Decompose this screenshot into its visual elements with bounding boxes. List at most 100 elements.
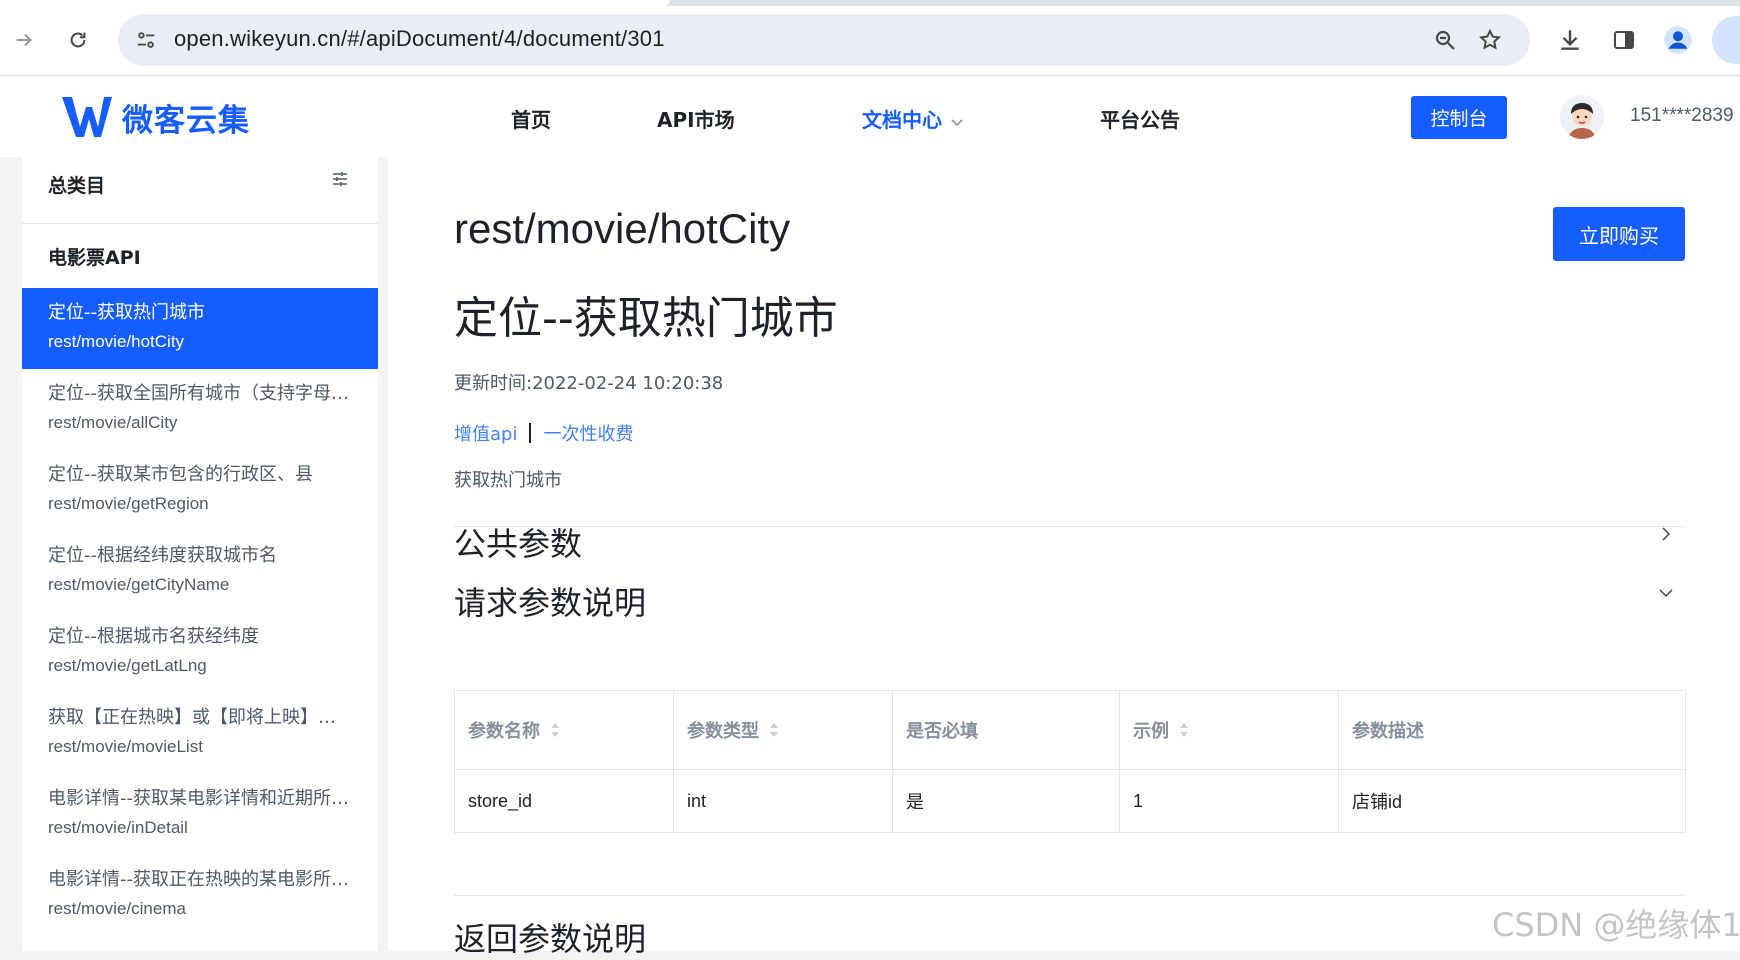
reload-icon — [67, 29, 89, 51]
sidebar-item-cinema[interactable]: 电影详情--获取正在热映的某电影所… rest/movie/cinema — [22, 855, 378, 936]
nav-announcements[interactable]: 平台公告 — [1100, 104, 1180, 133]
column-header-description: 参数描述 — [1338, 690, 1686, 770]
response-params-title[interactable]: 返回参数说明 — [454, 914, 646, 960]
divider — [454, 526, 1685, 527]
nav-api-market[interactable]: API市场 — [657, 104, 735, 133]
active-tab[interactable] — [0, 0, 670, 6]
public-params-title[interactable]: 公共参数 — [454, 519, 582, 565]
api-tags: 增值api 一次性收费 — [454, 420, 633, 446]
side-panel-icon — [1612, 28, 1636, 52]
tag-one-time-fee[interactable]: 一次性收费 — [543, 420, 633, 446]
sort-icon[interactable] — [769, 722, 779, 743]
side-panel-button[interactable] — [1606, 22, 1642, 58]
update-time: 更新时间:2022-02-24 10:20:38 — [454, 373, 724, 394]
table-cell: int — [673, 769, 893, 833]
logo-text: 微客云集 — [122, 102, 250, 139]
sidebar-header: 总类目 — [22, 157, 378, 224]
sidebar-item-name: 电影详情--获取某电影详情和近期所… — [48, 788, 349, 809]
sidebar-item-name: 定位--获取热门城市 — [48, 302, 205, 323]
tag-separator — [529, 423, 532, 443]
doc-content: rest/movie/hotCity 立即购买 定位--获取热门城市 更新时间:… — [388, 157, 1740, 958]
sidebar-item-path: rest/movie/inDetail — [48, 818, 188, 837]
column-header-label: 是否必填 — [906, 721, 978, 742]
zoom-button[interactable] — [1431, 26, 1459, 54]
username[interactable]: 151****2839 — [1630, 105, 1734, 127]
avatar[interactable] — [1560, 95, 1604, 139]
sidebar: 总类目 电影票API 定位--获取热门城市 rest/movie/hotCity… — [22, 157, 378, 951]
api-description: 获取热门城市 — [454, 470, 562, 491]
column-header-label: 参数描述 — [1352, 721, 1424, 742]
table-header-row: 参数名称 参数类型 是否必填 示例 参数描述 — [454, 690, 1686, 770]
site-logo[interactable]: 微客云集 — [60, 93, 250, 141]
chevron-right-icon[interactable] — [1656, 524, 1676, 544]
column-header-param-type[interactable]: 参数类型 — [673, 690, 893, 770]
nav-docs[interactable]: 文档中心 — [862, 104, 964, 134]
sidebar-item-get-city-name[interactable]: 定位--根据经纬度获取城市名 rest/movie/getCityName — [22, 531, 378, 612]
sidebar-item-name: 获取【正在热映】或【即将上映】电… — [48, 707, 352, 728]
url-text[interactable]: open.wikeyun.cn/#/apiDocument/4/document… — [174, 26, 665, 52]
nav-docs-label: 文档中心 — [862, 108, 942, 132]
api-path-title: rest/movie/hotCity — [454, 205, 791, 252]
sidebar-item-path: rest/movie/getLatLng — [48, 656, 207, 675]
column-header-example[interactable]: 示例 — [1119, 690, 1339, 770]
zoom-icon — [1433, 28, 1457, 52]
filter-icon[interactable] — [330, 169, 352, 191]
nav-home[interactable]: 首页 — [511, 104, 551, 133]
request-params-title[interactable]: 请求参数说明 — [454, 578, 646, 624]
buy-now-button[interactable]: 立即购买 — [1553, 207, 1685, 261]
sidebar-item-name: 定位--获取全国所有城市（支持字母… — [48, 383, 349, 404]
sidebar-item-name: 电影详情--获取正在热映的某电影所… — [48, 869, 349, 890]
tune-icon — [135, 29, 157, 51]
divider — [454, 895, 1685, 896]
download-icon — [1557, 27, 1583, 53]
table-cell: 1 — [1119, 769, 1339, 833]
column-header-label: 参数名称 — [468, 721, 540, 742]
console-button[interactable]: 控制台 — [1411, 96, 1507, 139]
request-params-table: 参数名称 参数类型 是否必填 示例 参数描述 store_id int 是 1 … — [454, 690, 1686, 833]
sidebar-item-hot-city[interactable]: 定位--获取热门城市 rest/movie/hotCity — [22, 288, 378, 369]
avatar-face-icon — [1560, 95, 1604, 139]
forward-button[interactable] — [6, 22, 42, 58]
profile-button[interactable] — [1660, 22, 1696, 58]
person-icon — [1663, 25, 1693, 55]
profile-chip[interactable] — [1712, 16, 1740, 64]
chevron-down-icon — [950, 110, 964, 134]
sidebar-item-movie-list[interactable]: 获取【正在热映】或【即将上映】电… rest/movie/movieList — [22, 693, 378, 774]
sidebar-item-name: 定位--根据城市名获经纬度 — [48, 626, 259, 647]
sidebar-item-name: 定位--根据经纬度获取城市名 — [48, 545, 277, 566]
tab-strip — [0, 0, 1740, 6]
sidebar-item-path: rest/movie/allCity — [48, 413, 178, 432]
sidebar-item-name: 定位--获取某市包含的行政区、县 — [48, 464, 313, 485]
reload-button[interactable] — [60, 22, 96, 58]
column-header-param-name[interactable]: 参数名称 — [454, 690, 674, 770]
table-row: store_id int 是 1 店铺id — [454, 769, 1686, 833]
site-info-button[interactable] — [130, 24, 162, 56]
table-cell: 是 — [892, 769, 1120, 833]
column-header-required: 是否必填 — [892, 690, 1120, 770]
sidebar-item-all-city[interactable]: 定位--获取全国所有城市（支持字母… rest/movie/allCity — [22, 369, 378, 450]
sort-icon[interactable] — [1179, 722, 1189, 743]
watermark: CSDN @绝缘体1 — [1492, 906, 1740, 944]
sidebar-list: 定位--获取热门城市 rest/movie/hotCity 定位--获取全国所有… — [22, 288, 378, 936]
chevron-down-icon[interactable] — [1656, 583, 1676, 603]
sidebar-item-get-region[interactable]: 定位--获取某市包含的行政区、县 rest/movie/getRegion — [22, 450, 378, 531]
sidebar-item-path: rest/movie/movieList — [48, 737, 203, 756]
sidebar-item-path: rest/movie/getRegion — [48, 494, 209, 513]
sidebar-item-path: rest/movie/hotCity — [48, 332, 185, 351]
sidebar-item-path: rest/movie/getCityName — [48, 575, 230, 594]
column-header-label: 参数类型 — [687, 721, 759, 742]
logo-mark-icon — [62, 97, 112, 137]
site-header: 微客云集 首页 API市场 文档中心 平台公告 控制台 151****2839 — [0, 77, 1740, 157]
sidebar-title: 总类目 — [48, 175, 106, 197]
sidebar-item-in-detail[interactable]: 电影详情--获取某电影详情和近期所… rest/movie/inDetail — [22, 774, 378, 855]
downloads-button[interactable] — [1552, 22, 1588, 58]
sidebar-item-get-lat-lng[interactable]: 定位--根据城市名获经纬度 rest/movie/getLatLng — [22, 612, 378, 693]
bookmark-button[interactable] — [1476, 26, 1504, 54]
arrow-right-icon — [13, 29, 35, 51]
browser-toolbar: open.wikeyun.cn/#/apiDocument/4/document… — [0, 0, 1740, 76]
column-header-label: 示例 — [1133, 721, 1169, 742]
address-bar[interactable]: open.wikeyun.cn/#/apiDocument/4/document… — [118, 14, 1530, 66]
sidebar-category[interactable]: 电影票API — [48, 243, 141, 270]
tag-value-added[interactable]: 增值api — [454, 420, 517, 446]
sort-icon[interactable] — [550, 722, 560, 743]
